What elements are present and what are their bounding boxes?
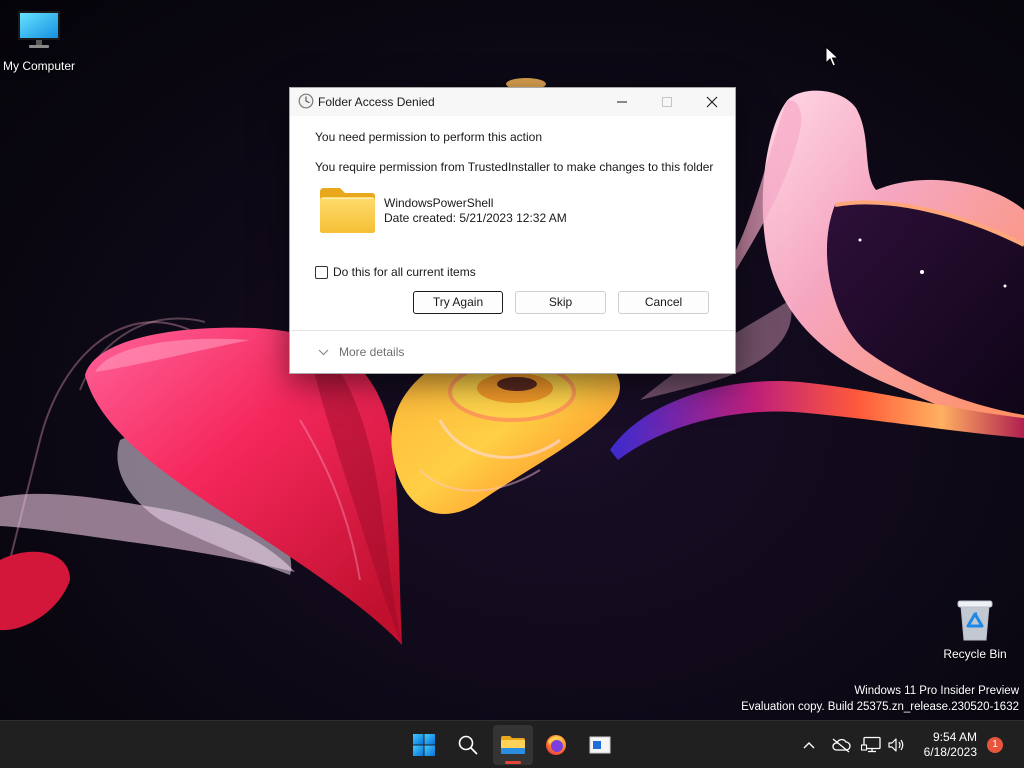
app-window-button[interactable] [580, 725, 620, 765]
active-app-indicator [505, 761, 521, 764]
folder-icon [320, 188, 375, 233]
desktop-icon-my-computer[interactable]: My Computer [0, 0, 78, 73]
dialog-title: Folder Access Denied [318, 95, 435, 109]
desktop-screen: My Computer Recycle Bin Windows 11 Pro I… [0, 0, 1024, 768]
folder-access-denied-dialog: Folder Access Denied You need permission… [289, 87, 736, 374]
monitor-icon [18, 11, 60, 48]
more-details-toggle[interactable]: More details [339, 345, 404, 359]
maximize-button [645, 88, 689, 116]
maximize-icon [662, 97, 672, 107]
file-explorer-icon [501, 736, 525, 754]
volume-button[interactable] [886, 735, 906, 755]
minimize-button[interactable] [600, 88, 644, 116]
item-date-created: Date created: 5/21/2023 12:32 AM [384, 211, 567, 225]
apply-to-all-checkbox[interactable] [315, 266, 328, 279]
show-hidden-icons-button[interactable] [799, 735, 819, 755]
chevron-down-icon[interactable] [318, 349, 329, 356]
taskbar: 9:54 AM 6/18/2023 1 [0, 720, 1024, 768]
dialog-footer-divider [290, 330, 735, 331]
desktop-icon-label: Recycle Bin [943, 647, 1007, 661]
minimize-icon [617, 101, 627, 103]
close-icon [706, 96, 718, 108]
cancel-button[interactable]: Cancel [618, 291, 709, 314]
taskbar-date[interactable]: 6/18/2023 [905, 745, 977, 759]
mouse-cursor-icon [825, 46, 839, 67]
volume-icon [888, 738, 904, 752]
app-window-icon [589, 736, 611, 754]
watermark-edition: Windows 11 Pro Insider Preview [854, 685, 1019, 697]
file-explorer-button[interactable] [493, 725, 533, 765]
network-button[interactable] [860, 735, 882, 755]
skip-button[interactable]: Skip [515, 291, 606, 314]
desktop-icon-label: My Computer [2, 59, 76, 73]
start-button[interactable] [404, 725, 444, 765]
item-name: WindowsPowerShell [384, 196, 494, 210]
desktop-icon-recycle-bin[interactable]: Recycle Bin [936, 594, 1014, 664]
firefox-button[interactable] [536, 725, 576, 765]
taskbar-time[interactable]: 9:54 AM [905, 730, 977, 744]
dialog-message: You require permission from TrustedInsta… [315, 160, 714, 174]
cloud-offline-icon [832, 738, 851, 753]
apply-to-all-label[interactable]: Do this for all current items [333, 265, 476, 279]
chevron-up-icon [803, 742, 815, 749]
close-button[interactable] [690, 88, 734, 116]
dialog-title-bar[interactable]: Folder Access Denied [290, 88, 735, 116]
search-icon [458, 735, 478, 755]
try-again-button[interactable]: Try Again [413, 291, 503, 314]
watermark-build: Evaluation copy. Build 25375.zn_release.… [741, 701, 1019, 713]
search-button[interactable] [448, 725, 488, 765]
cloud-status-button[interactable] [830, 735, 852, 755]
ethernet-icon [861, 736, 881, 753]
recycle-bin-icon [957, 600, 993, 641]
clock-icon [298, 93, 314, 109]
windows-start-icon [413, 734, 435, 756]
notification-badge[interactable]: 1 [987, 737, 1003, 753]
dialog-heading: You need permission to perform this acti… [315, 130, 543, 144]
firefox-icon [546, 735, 566, 755]
